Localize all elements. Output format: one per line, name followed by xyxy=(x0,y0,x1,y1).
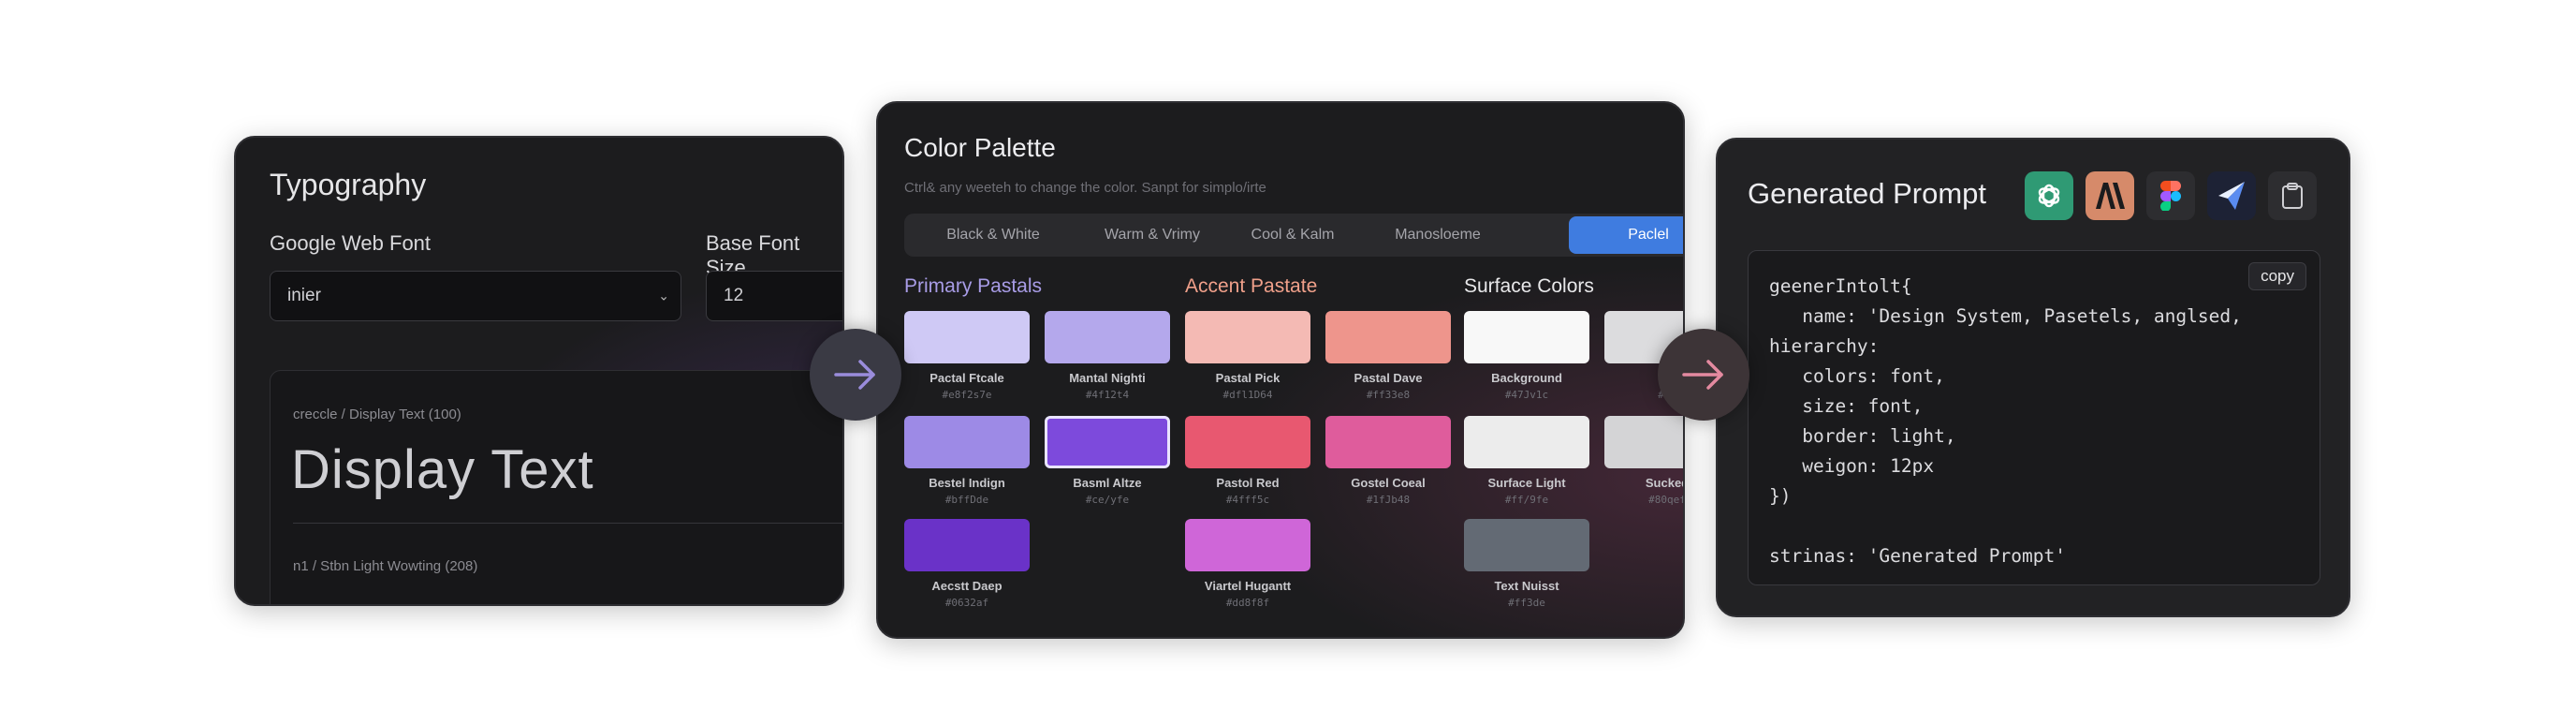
palette-subtitle: Ctrl& any weeteh to change the color. Sa… xyxy=(904,180,1266,196)
swatch-name: Sucked xyxy=(1645,476,1685,490)
tab-pastel[interactable]: Paclel xyxy=(1569,216,1683,254)
group-title-accent: Accent Pastate xyxy=(1185,275,1318,297)
font-select-value: inier xyxy=(287,286,321,305)
copy-button[interactable]: copy xyxy=(2248,262,2306,290)
swatch-hex: #80qef xyxy=(1648,494,1685,506)
color-swatch[interactable] xyxy=(1325,416,1451,468)
swatch-name: Background xyxy=(1491,371,1562,385)
prompt-code[interactable]: geenerIntolt{ name: 'Design System, Pase… xyxy=(1769,272,2242,571)
figma-icon[interactable] xyxy=(2146,171,2195,220)
color-swatch[interactable] xyxy=(1045,416,1170,468)
swatch-name: Viartel Hugantt xyxy=(1204,579,1292,593)
font-select[interactable]: inier ⌄ xyxy=(270,271,681,321)
swatch-hex: #dd8f8f xyxy=(1225,597,1270,609)
font-size-value: 12 xyxy=(724,286,744,305)
preview-divider xyxy=(293,523,842,524)
swatch-hex: #4f12t4 xyxy=(1085,389,1130,401)
swatch-name: Pastal Dave xyxy=(1354,371,1423,385)
openai-icon[interactable] xyxy=(2025,171,2073,220)
prompt-code-box: geenerIntolt{ name: 'Design System, Pase… xyxy=(1748,250,2320,585)
color-swatch[interactable] xyxy=(904,311,1030,363)
swatch-hex: #ff/9fe xyxy=(1504,494,1549,506)
font-size-input[interactable]: 12 xyxy=(706,271,842,321)
typography-panel: Typography Google Web Font inier ⌄ Base … xyxy=(234,136,844,606)
group-title-surface: Surface Colors xyxy=(1464,275,1594,297)
palette-tabs: Black & White Warm & Vrimy Cool & Kalm M… xyxy=(904,214,1683,257)
color-swatch[interactable] xyxy=(1464,416,1589,468)
swatch-hex: #bffDde xyxy=(944,494,989,506)
swatch-name: Bestel Indign xyxy=(929,476,1005,490)
preview-display-text: Display Text xyxy=(291,439,594,500)
swatch-name: Gostel Coeal xyxy=(1351,476,1426,490)
font-label: Google Web Font xyxy=(270,231,432,255)
color-swatch[interactable] xyxy=(1185,416,1310,468)
swatch-name: Text Nuisst xyxy=(1494,579,1559,593)
swatch-name: Pactal Ftcale xyxy=(929,371,1004,385)
swatch-name: Surface Light xyxy=(1487,476,1566,490)
swatch-name: Aecstt Daep xyxy=(931,579,1003,593)
color-swatch[interactable] xyxy=(1045,311,1170,363)
arrow-right-icon[interactable] xyxy=(1658,329,1749,421)
tab-black-white[interactable]: Black & White xyxy=(904,214,1082,257)
swatch-name: Pastal Pick xyxy=(1215,371,1281,385)
arrow-logo-icon[interactable] xyxy=(2207,171,2256,220)
swatch-hex: #1fJb48 xyxy=(1366,494,1411,506)
preview-meta-body: n1 / Stbn Light Wowting (208) xyxy=(293,558,478,574)
swatch-hex: #ff3de xyxy=(1508,597,1545,609)
swatch-name: Mantal Nighti xyxy=(1069,371,1146,385)
swatch-name: Pastol Red xyxy=(1216,476,1280,490)
palette-title: Color Palette xyxy=(904,133,1056,162)
group-title-primary: Primary Pastals xyxy=(904,275,1043,297)
color-swatch[interactable] xyxy=(904,519,1030,571)
prompt-title: Generated Prompt xyxy=(1748,177,1987,210)
tab-cool[interactable]: Cool & Kalm xyxy=(1222,214,1363,257)
swatch-hex: #4fff5c xyxy=(1225,494,1270,506)
color-swatch[interactable] xyxy=(1464,519,1589,571)
swatch-hex: #e8f2s7e xyxy=(942,389,992,401)
preview-meta-display: creccle / Display Text (100) xyxy=(293,407,461,422)
color-swatch[interactable] xyxy=(1185,311,1310,363)
swatch-name: Basml Altze xyxy=(1073,476,1142,490)
color-swatch[interactable] xyxy=(1604,416,1683,468)
tab-monochrome[interactable]: Manosloeme xyxy=(1363,214,1513,257)
swatch-hex: #ff33e8 xyxy=(1366,389,1411,401)
color-palette-panel: Color Palette Ctrl& any weeteh to change… xyxy=(876,101,1685,639)
typography-title: Typography xyxy=(270,168,427,201)
swatch-hex: #47Jv1c xyxy=(1504,389,1549,401)
generated-prompt-panel: Generated Prompt geenerIntolt{ name: 'De… xyxy=(1716,138,2350,617)
swatch-hex: #dfl1D64 xyxy=(1222,389,1273,401)
color-swatch[interactable] xyxy=(1464,311,1589,363)
tab-warm[interactable]: Warm & Vrimy xyxy=(1082,214,1222,257)
clipboard-icon[interactable] xyxy=(2268,171,2317,220)
swatch-hex: #0632af xyxy=(944,597,989,609)
color-swatch[interactable] xyxy=(1185,519,1310,571)
color-swatch[interactable] xyxy=(904,416,1030,468)
swatch-hex: #ce/yfe xyxy=(1085,494,1130,506)
arrow-right-icon[interactable] xyxy=(810,329,901,421)
anthropic-icon[interactable] xyxy=(2086,171,2134,220)
typography-preview: creccle / Display Text (100) Display Tex… xyxy=(270,370,842,604)
color-swatch[interactable] xyxy=(1325,311,1451,363)
chevron-down-icon: ⌄ xyxy=(658,288,669,303)
